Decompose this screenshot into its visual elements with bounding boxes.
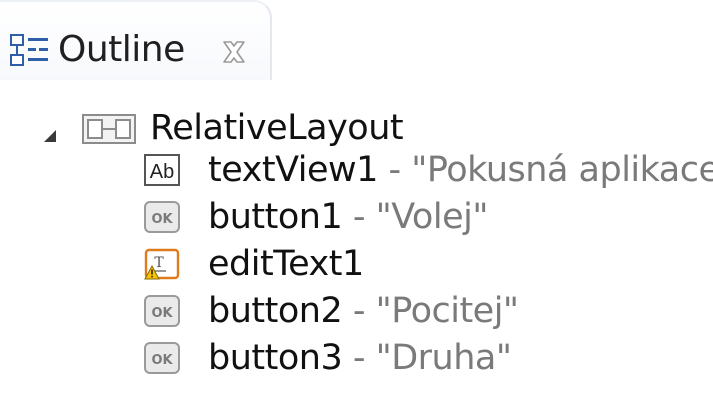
button-ok-icon: OK <box>144 342 180 374</box>
tree-root-label: RelativeLayout <box>150 108 404 148</box>
widget-id: textView1 <box>208 150 378 190</box>
svg-text:OK: OK <box>151 212 173 227</box>
widget-text: "Pokusná aplikace" <box>411 150 713 190</box>
widget-id: editText1 <box>208 244 364 284</box>
close-icon[interactable] <box>221 39 247 65</box>
widget-text: "Volej" <box>375 197 489 237</box>
tree-item-label: button2 - "Pocitej" <box>208 290 519 332</box>
widget-separator: - <box>377 150 412 190</box>
widget-text: "Pocitej" <box>375 291 519 331</box>
widget-id: button1 <box>208 197 343 237</box>
edittext-warning-icon: T <box>144 248 180 280</box>
tree-item-button1[interactable]: OK button1 - "Volej" <box>0 193 713 241</box>
tree-item-label: editText1 <box>208 243 364 285</box>
widget-text: "Druha" <box>375 338 512 378</box>
relative-layout-icon <box>82 114 136 144</box>
tree-item-label: button1 - "Volej" <box>208 196 488 238</box>
expanded-triangle-icon[interactable] <box>42 128 58 144</box>
widget-id: button2 <box>208 291 343 331</box>
tree-item-textview1[interactable]: Ab textView1 - "Pokusná aplikace" <box>0 146 713 194</box>
widget-separator: - <box>342 291 376 331</box>
widget-separator: - <box>342 197 376 237</box>
tree-item-button2[interactable]: OK button2 - "Pocitej" <box>0 287 713 335</box>
view-title: Outline <box>58 29 185 70</box>
svg-text:OK: OK <box>151 306 173 321</box>
tree-root-row[interactable]: RelativeLayout <box>0 94 713 148</box>
textview-ab-icon: Ab <box>144 154 180 186</box>
svg-text:T: T <box>154 255 164 271</box>
tree-item-label: button3 - "Druha" <box>208 337 512 379</box>
svg-text:OK: OK <box>151 353 173 368</box>
widget-id: button3 <box>208 338 343 378</box>
widget-separator: - <box>342 338 376 378</box>
svg-text:Ab: Ab <box>150 161 174 183</box>
button-ok-icon: OK <box>144 201 180 233</box>
outline-panel: Outline RelativeLayout Ab textView1 - "P… <box>0 0 713 420</box>
tree-item-button3[interactable]: OK button3 - "Druha" <box>0 334 713 382</box>
tree-item-edittext1[interactable]: T editText1 <box>0 240 713 288</box>
outline-tab[interactable]: Outline <box>0 0 272 80</box>
button-ok-icon: OK <box>144 295 180 327</box>
tree-item-label: textView1 - "Pokusná aplikace" <box>208 149 713 191</box>
outline-view-icon <box>10 34 48 66</box>
